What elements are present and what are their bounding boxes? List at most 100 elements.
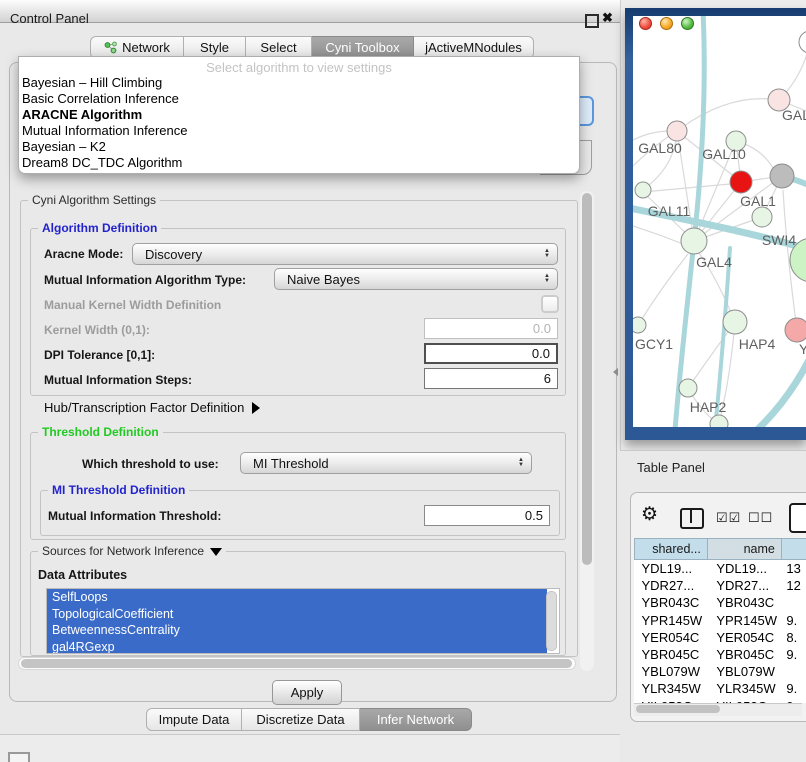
network-node[interactable] <box>785 318 806 342</box>
select-all-icon[interactable]: ☑☑ <box>716 510 741 526</box>
network-node[interactable] <box>667 121 687 141</box>
dropdown-option[interactable]: Dream8 DC_TDC Algorithm <box>19 155 579 171</box>
column-header-extra[interactable] <box>781 539 806 560</box>
network-canvas[interactable]: GALGAL80GAL10GAL1SWI4GAL4GAL11GCY1HAP4YH… <box>633 16 806 427</box>
list-item[interactable]: gal4RGexp <box>47 639 547 655</box>
bottom-tab-bar: Impute Data Discretize Data Infer Networ… <box>146 708 472 731</box>
network-node-label: GAL11 <box>648 203 691 219</box>
panel-splitter-arrow[interactable] <box>613 368 618 376</box>
network-node[interactable] <box>752 207 772 227</box>
network-node[interactable] <box>770 164 794 188</box>
dropdown-placeholder: Select algorithm to view settings <box>19 57 579 75</box>
cell: YDL19... <box>707 560 781 578</box>
list-item[interactable]: SelfLoops <box>47 589 547 606</box>
network-node-label: SWI4 <box>762 232 796 248</box>
network-node[interactable] <box>635 182 651 198</box>
table-row[interactable]: YLR345WYLR345W9. <box>635 680 806 697</box>
list-item[interactable]: BetweennessCentrality <box>47 622 547 639</box>
list-scrollbar-thumb[interactable] <box>546 591 557 651</box>
combobox-value: Discovery <box>145 247 202 262</box>
table-row[interactable]: YPR145WYPR145W9. <box>635 612 806 629</box>
combobox-value: Naive Bayes <box>287 272 360 287</box>
kernel-width-input[interactable] <box>424 318 558 339</box>
network-node[interactable] <box>799 31 806 53</box>
zoom-window-icon[interactable] <box>681 17 694 30</box>
spinner-arrows-icon: ▲▼ <box>518 458 524 468</box>
mi-steps-input[interactable] <box>424 368 558 389</box>
network-node-label: GAL4 <box>696 254 732 270</box>
tab-impute-data[interactable]: Impute Data <box>146 708 242 731</box>
group-title: Cyni Algorithm Settings <box>28 193 160 207</box>
table-hscrollbar-thumb[interactable] <box>636 705 720 713</box>
cell: YBL079W <box>635 663 708 680</box>
dpi-tolerance-input[interactable] <box>424 343 558 364</box>
gear-icon[interactable]: ⚙ <box>641 505 658 524</box>
dropdown-option-highlighted[interactable]: ARACNE Algorithm <box>19 107 579 123</box>
cell: YBR045C <box>635 646 708 663</box>
cell: YDR27... <box>707 577 781 594</box>
network-node-label: HAP4 <box>739 336 776 352</box>
column-header-shared-name[interactable]: shared... <box>635 539 708 560</box>
cell: YER054C <box>635 629 708 646</box>
settings-hscrollbar-thumb[interactable] <box>21 659 572 668</box>
cell: YBR043C <box>707 594 781 611</box>
dropdown-option[interactable]: Mutual Information Inference <box>19 123 579 139</box>
which-threshold-combobox[interactable]: MI Threshold ▲▼ <box>240 452 532 474</box>
dropdown-option[interactable]: Bayesian – Hill Climbing <box>19 75 579 91</box>
settings-vscrollbar-thumb[interactable] <box>582 193 592 565</box>
apply-button[interactable]: Apply <box>272 680 342 705</box>
algorithm-dropdown-popup: Select algorithm to view settings Bayesi… <box>18 56 580 174</box>
group-title: Sources for Network Inference <box>38 544 226 558</box>
mi-algorithm-type-combobox[interactable]: Naive Bayes ▲▼ <box>274 268 558 290</box>
table-row[interactable]: YDR27...YDR27...12 <box>635 577 806 594</box>
minimize-window-icon[interactable] <box>660 17 673 30</box>
table-row[interactable]: YBR045CYBR045C9. <box>635 646 806 663</box>
network-node[interactable] <box>633 317 646 333</box>
table-row[interactable]: YBR043CYBR043C <box>635 594 806 611</box>
collapsed-panel-stub[interactable] <box>8 752 30 762</box>
network-node[interactable] <box>710 415 728 427</box>
mi-threshold-input[interactable] <box>424 505 550 526</box>
tab-label: Cyni Toolbox <box>325 40 399 55</box>
network-node[interactable] <box>723 310 747 334</box>
manual-kernel-width-checkbox[interactable] <box>541 295 559 313</box>
group-title: MI Threshold Definition <box>48 483 189 497</box>
aracne-mode-combobox[interactable]: Discovery ▲▼ <box>132 243 558 265</box>
column-selector-icon[interactable] <box>680 508 704 529</box>
cell: YLR345W <box>635 680 708 697</box>
manual-kernel-width-label: Manual Kernel Width Definition <box>44 298 221 312</box>
new-table-icon[interactable] <box>789 503 806 533</box>
dropdown-option[interactable]: Bayesian – K2 <box>19 139 579 155</box>
table-panel-title: Table Panel <box>637 460 705 475</box>
cell <box>781 663 806 680</box>
close-window-icon[interactable] <box>639 17 652 30</box>
network-node[interactable] <box>681 228 707 254</box>
network-icon <box>104 41 117 54</box>
sources-title: Sources for Network Inference <box>42 544 204 558</box>
group-title: Algorithm Definition <box>38 221 161 235</box>
cell <box>781 594 806 611</box>
dropdown-option[interactable]: Basic Correlation Inference <box>19 91 579 107</box>
table-row[interactable]: YDL19...YDL19...13 <box>635 560 806 578</box>
table-row[interactable]: YBL079WYBL079W <box>635 663 806 680</box>
cell: 9. <box>781 612 806 629</box>
tab-discretize-data[interactable]: Discretize Data <box>242 708 360 731</box>
tab-infer-network[interactable]: Infer Network <box>360 708 472 731</box>
table-row[interactable]: YER054CYER054C8. <box>635 629 806 646</box>
network-node-label: GAL10 <box>702 146 746 162</box>
cell: YPR145W <box>635 612 708 629</box>
network-node[interactable] <box>730 171 752 193</box>
expand-arrow-icon[interactable] <box>252 402 260 414</box>
network-node[interactable] <box>679 379 697 397</box>
combobox-value: MI Threshold <box>253 456 329 471</box>
list-item[interactable]: TopologicalCoefficient <box>47 606 547 623</box>
column-header-name[interactable]: name <box>707 539 781 560</box>
float-window-icon[interactable] <box>585 14 599 28</box>
cell: YDL19... <box>635 560 708 578</box>
deselect-all-icon[interactable]: ☐☐ <box>748 510 773 526</box>
close-panel-icon[interactable]: ✖ <box>602 10 613 26</box>
collapse-arrow-icon[interactable] <box>210 548 222 556</box>
control-panel-titlebar[interactable] <box>0 0 620 23</box>
hub-factor-definition-expander[interactable]: Hub/Transcription Factor Definition <box>44 400 260 415</box>
cell: 9. <box>781 646 806 663</box>
